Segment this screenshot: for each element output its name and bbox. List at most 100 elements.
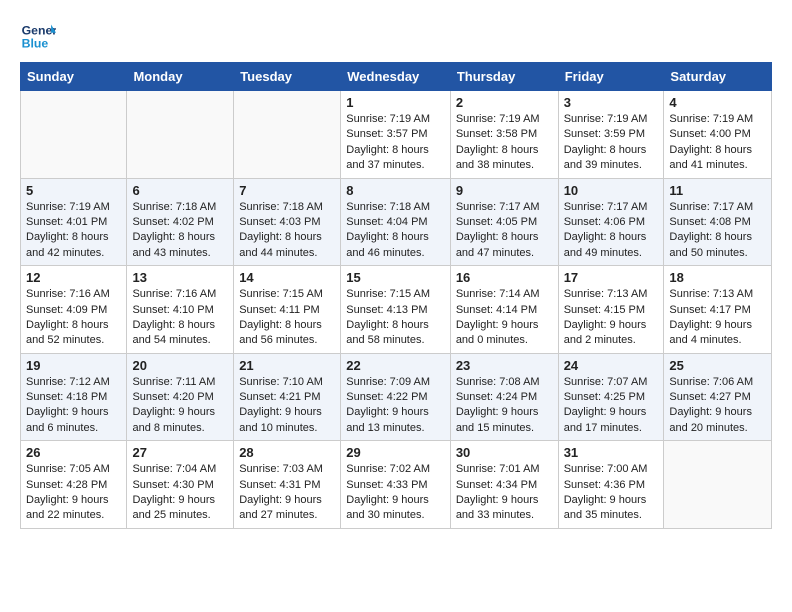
- calendar-cell: 2Sunrise: 7:19 AMSunset: 3:58 PMDaylight…: [450, 91, 558, 179]
- day-info: Sunrise: 7:13 AMSunset: 4:17 PMDaylight:…: [669, 287, 766, 349]
- calendar-cell: 29 Sunrise: 7:02 AMSunset: 4:33 PMDayligh…: [341, 441, 451, 529]
- day-number: 15: [346, 270, 445, 285]
- day-info: Sunrise: 7:09 AMSunset: 4:22 PMDaylight:…: [346, 375, 445, 437]
- calendar-cell: 6 Sunrise: 7:18 AMSunset: 4:02 PMDaylight…: [127, 178, 234, 266]
- day-number: 10: [564, 183, 659, 198]
- day-info: Sunrise: 7:19 AMSunset: 4:00 PMDaylight:…: [669, 112, 766, 174]
- calendar-cell: 10 Sunrise: 7:17 AMSunset: 4:06 PMDayligh…: [558, 178, 664, 266]
- day-number: 24: [564, 358, 659, 373]
- logo-icon: General Blue: [20, 18, 56, 54]
- day-info: Sunrise: 7:18 AMSunset: 4:04 PMDaylight:…: [346, 200, 445, 262]
- day-info: Sunrise: 7:19 AMSunset: 3:59 PMDaylight:…: [564, 112, 659, 174]
- weekday-header-friday: Friday: [558, 63, 664, 91]
- day-number: 25: [669, 358, 766, 373]
- day-info: Sunrise: 7:15 AMSunset: 4:11 PMDaylight:…: [239, 287, 335, 349]
- calendar-cell: 14 Sunrise: 7:15 AMSunset: 4:11 PMDayligh…: [234, 266, 341, 354]
- day-number: 29: [346, 445, 445, 460]
- calendar-cell: 25 Sunrise: 7:06 AMSunset: 4:27 PMDayligh…: [664, 353, 772, 441]
- weekday-header-thursday: Thursday: [450, 63, 558, 91]
- calendar-cell: 17 Sunrise: 7:13 AMSunset: 4:15 PMDayligh…: [558, 266, 664, 354]
- day-info: Sunrise: 7:18 AMSunset: 4:03 PMDaylight:…: [239, 200, 335, 262]
- week-row-3: 12Sunrise: 7:16 AMSunset: 4:09 PMDayligh…: [21, 266, 772, 354]
- weekday-header-tuesday: Tuesday: [234, 63, 341, 91]
- day-info: Sunrise: 7:18 AMSunset: 4:02 PMDaylight:…: [132, 200, 228, 262]
- day-number: 7: [239, 183, 335, 198]
- calendar-cell: 11Sunrise: 7:17 AMSunset: 4:08 PMDayligh…: [664, 178, 772, 266]
- day-info: Sunrise: 7:16 AMSunset: 4:10 PMDaylight:…: [132, 287, 228, 349]
- week-row-4: 19Sunrise: 7:12 AMSunset: 4:18 PMDayligh…: [21, 353, 772, 441]
- day-info: Sunrise: 7:15 AMSunset: 4:13 PMDaylight:…: [346, 287, 445, 349]
- calendar-cell: 27 Sunrise: 7:04 AMSunset: 4:30 PMDayligh…: [127, 441, 234, 529]
- calendar-cell: 20 Sunrise: 7:11 AMSunset: 4:20 PMDayligh…: [127, 353, 234, 441]
- calendar-cell: 1Sunrise: 7:19 AMSunset: 3:57 PMDaylight…: [341, 91, 451, 179]
- day-info: Sunrise: 7:05 AMSunset: 4:28 PMDaylight:…: [26, 462, 121, 524]
- day-info: Sunrise: 7:12 AMSunset: 4:18 PMDaylight:…: [26, 375, 121, 437]
- calendar-cell: 12Sunrise: 7:16 AMSunset: 4:09 PMDayligh…: [21, 266, 127, 354]
- day-info: Sunrise: 7:13 AMSunset: 4:15 PMDaylight:…: [564, 287, 659, 349]
- week-row-1: 1Sunrise: 7:19 AMSunset: 3:57 PMDaylight…: [21, 91, 772, 179]
- day-number: 18: [669, 270, 766, 285]
- calendar-cell: 23Sunrise: 7:08 AMSunset: 4:24 PMDayligh…: [450, 353, 558, 441]
- day-number: 11: [669, 183, 766, 198]
- day-info: Sunrise: 7:10 AMSunset: 4:21 PMDaylight:…: [239, 375, 335, 437]
- day-number: 6: [132, 183, 228, 198]
- weekday-header-wednesday: Wednesday: [341, 63, 451, 91]
- day-number: 30: [456, 445, 553, 460]
- day-info: Sunrise: 7:07 AMSunset: 4:25 PMDaylight:…: [564, 375, 659, 437]
- calendar-cell: 21 Sunrise: 7:10 AMSunset: 4:21 PMDayligh…: [234, 353, 341, 441]
- day-info: Sunrise: 7:19 AMSunset: 3:57 PMDaylight:…: [346, 112, 445, 174]
- calendar-cell: 13Sunrise: 7:16 AMSunset: 4:10 PMDayligh…: [127, 266, 234, 354]
- svg-text:Blue: Blue: [22, 36, 49, 50]
- calendar-cell: 4 Sunrise: 7:19 AMSunset: 4:00 PMDaylight…: [664, 91, 772, 179]
- page: General Blue SundayMondayTuesdayWednesda…: [0, 0, 792, 547]
- day-info: Sunrise: 7:01 AMSunset: 4:34 PMDaylight:…: [456, 462, 553, 524]
- day-info: Sunrise: 7:17 AMSunset: 4:05 PMDaylight:…: [456, 200, 553, 262]
- svg-text:General: General: [22, 23, 56, 37]
- day-info: Sunrise: 7:11 AMSunset: 4:20 PMDaylight:…: [132, 375, 228, 437]
- weekday-header-row: SundayMondayTuesdayWednesdayThursdayFrid…: [21, 63, 772, 91]
- day-number: 3: [564, 95, 659, 110]
- header: General Blue: [20, 18, 772, 54]
- calendar-cell: 15 Sunrise: 7:15 AMSunset: 4:13 PMDayligh…: [341, 266, 451, 354]
- calendar-table: SundayMondayTuesdayWednesdayThursdayFrid…: [20, 62, 772, 529]
- calendar-cell: 3 Sunrise: 7:19 AMSunset: 3:59 PMDaylight…: [558, 91, 664, 179]
- day-number: 22: [346, 358, 445, 373]
- calendar-cell: [127, 91, 234, 179]
- day-info: Sunrise: 7:04 AMSunset: 4:30 PMDaylight:…: [132, 462, 228, 524]
- week-row-2: 5 Sunrise: 7:19 AMSunset: 4:01 PMDaylight…: [21, 178, 772, 266]
- calendar-cell: 8 Sunrise: 7:18 AMSunset: 4:04 PMDaylight…: [341, 178, 451, 266]
- day-number: 21: [239, 358, 335, 373]
- calendar-cell: 30 Sunrise: 7:01 AMSunset: 4:34 PMDayligh…: [450, 441, 558, 529]
- calendar-cell: 22 Sunrise: 7:09 AMSunset: 4:22 PMDayligh…: [341, 353, 451, 441]
- day-info: Sunrise: 7:06 AMSunset: 4:27 PMDaylight:…: [669, 375, 766, 437]
- calendar-cell: 31 Sunrise: 7:00 AMSunset: 4:36 PMDayligh…: [558, 441, 664, 529]
- day-info: Sunrise: 7:19 AMSunset: 4:01 PMDaylight:…: [26, 200, 121, 262]
- weekday-header-saturday: Saturday: [664, 63, 772, 91]
- calendar-cell: 7 Sunrise: 7:18 AMSunset: 4:03 PMDaylight…: [234, 178, 341, 266]
- logo: General Blue: [20, 18, 60, 54]
- day-number: 8: [346, 183, 445, 198]
- calendar-cell: 18 Sunrise: 7:13 AMSunset: 4:17 PMDayligh…: [664, 266, 772, 354]
- day-number: 12: [26, 270, 121, 285]
- day-number: 27: [132, 445, 228, 460]
- calendar-cell: [234, 91, 341, 179]
- calendar-cell: 16Sunrise: 7:14 AMSunset: 4:14 PMDayligh…: [450, 266, 558, 354]
- day-number: 5: [26, 183, 121, 198]
- day-number: 26: [26, 445, 121, 460]
- day-number: 4: [669, 95, 766, 110]
- calendar-cell: 28Sunrise: 7:03 AMSunset: 4:31 PMDayligh…: [234, 441, 341, 529]
- day-info: Sunrise: 7:00 AMSunset: 4:36 PMDaylight:…: [564, 462, 659, 524]
- day-number: 14: [239, 270, 335, 285]
- week-row-5: 26 Sunrise: 7:05 AMSunset: 4:28 PMDayligh…: [21, 441, 772, 529]
- calendar-cell: 24 Sunrise: 7:07 AMSunset: 4:25 PMDayligh…: [558, 353, 664, 441]
- day-info: Sunrise: 7:08 AMSunset: 4:24 PMDaylight:…: [456, 375, 553, 437]
- day-number: 20: [132, 358, 228, 373]
- weekday-header-monday: Monday: [127, 63, 234, 91]
- day-info: Sunrise: 7:02 AMSunset: 4:33 PMDaylight:…: [346, 462, 445, 524]
- day-number: 17: [564, 270, 659, 285]
- day-info: Sunrise: 7:17 AMSunset: 4:06 PMDaylight:…: [564, 200, 659, 262]
- day-info: Sunrise: 7:03 AMSunset: 4:31 PMDaylight:…: [239, 462, 335, 524]
- day-number: 31: [564, 445, 659, 460]
- calendar-cell: 19Sunrise: 7:12 AMSunset: 4:18 PMDayligh…: [21, 353, 127, 441]
- calendar-cell: 5 Sunrise: 7:19 AMSunset: 4:01 PMDaylight…: [21, 178, 127, 266]
